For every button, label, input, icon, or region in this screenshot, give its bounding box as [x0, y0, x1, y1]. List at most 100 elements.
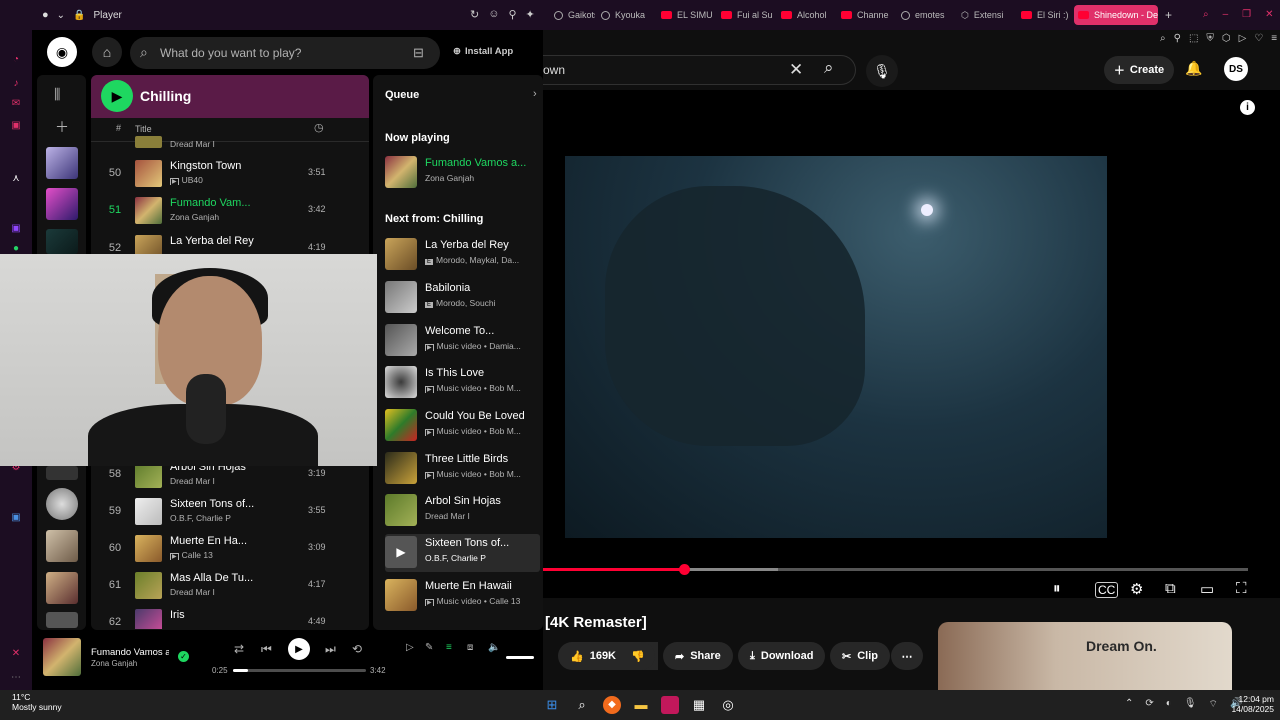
- shuffle-icon[interactable]: ⇄: [234, 642, 244, 656]
- tab-shinedown[interactable]: Shinedown - De: [1074, 5, 1158, 25]
- avatar[interactable]: DS: [1224, 57, 1248, 81]
- library-item[interactable]: [46, 530, 78, 562]
- library-item[interactable]: [46, 147, 78, 179]
- track-title[interactable]: Mas Alla De Tu...: [170, 572, 330, 584]
- wifi-icon[interactable]: ⌔: [1209, 698, 1218, 711]
- table-row[interactable]: 62 Iris 4:49: [91, 605, 369, 629]
- list-item[interactable]: Babilonia E Morodo, Souchi: [385, 279, 540, 317]
- extension-icon[interactable]: ✦: [526, 8, 535, 21]
- now-playing-view-icon[interactable]: ▷: [406, 642, 414, 653]
- voice-search-button[interactable]: 🎙: [866, 55, 898, 87]
- spotify-search-input[interactable]: What do you want to play?: [130, 37, 440, 69]
- library-item[interactable]: [46, 488, 78, 520]
- tab-emotes[interactable]: emotes: [897, 5, 955, 25]
- tab-kyouka[interactable]: Kyouka: [597, 5, 655, 25]
- download-button[interactable]: ⤓ Download: [738, 642, 826, 670]
- track-title[interactable]: La Yerba del Rey: [170, 235, 330, 247]
- lyrics-icon[interactable]: ✎: [425, 642, 433, 653]
- sync-icon[interactable]: ⟳: [1145, 698, 1153, 711]
- library-icon[interactable]: ⫼: [54, 86, 60, 103]
- emoji-icon[interactable]: ☺: [488, 8, 499, 21]
- track-title[interactable]: Iris: [170, 609, 330, 621]
- list-item[interactable]: Arbol Sin Hojas Dread Mar I: [385, 492, 540, 530]
- playback-progress-bar[interactable]: [233, 669, 366, 672]
- now-playing-title[interactable]: Fumando Vamos a C: [91, 647, 169, 658]
- saved-check-icon[interactable]: ✓: [178, 651, 189, 662]
- install-app-button[interactable]: ⊕ Install App: [453, 46, 513, 57]
- spotify-logo-icon[interactable]: ◉: [47, 37, 77, 67]
- info-icon[interactable]: i: [1240, 100, 1255, 115]
- table-row[interactable]: 50 Kingston Town ▶ UB40 3:51: [91, 156, 369, 192]
- queue-icon[interactable]: ≡: [446, 642, 452, 653]
- pin-icon[interactable]: ⚲: [1174, 33, 1181, 44]
- table-row[interactable]: 51 Fumando Vam... Zona Ganjah 3:42: [91, 193, 369, 229]
- library-item[interactable]: [46, 188, 78, 220]
- app-icon[interactable]: ◎: [719, 696, 737, 714]
- search-icon[interactable]: ⌕: [1203, 9, 1209, 20]
- library-item[interactable]: [46, 466, 78, 480]
- heart-icon[interactable]: ♡: [1254, 33, 1263, 44]
- notifications-bell-icon[interactable]: 🔔: [1185, 60, 1202, 77]
- tab-fui-al-su[interactable]: Fui al Su: [717, 5, 775, 25]
- create-button[interactable]: ＋ Create: [1104, 56, 1174, 84]
- next-icon[interactable]: ⏭: [325, 642, 336, 657]
- volume-slider[interactable]: [506, 656, 534, 659]
- chevron-up-icon[interactable]: ⌃: [1125, 698, 1133, 711]
- youtube-search-input[interactable]: own: [543, 55, 856, 85]
- pin-icon[interactable]: ⚲: [508, 8, 516, 21]
- cube-icon[interactable]: ⬡: [1222, 33, 1231, 44]
- browse-icon[interactable]: ⊟: [413, 45, 424, 61]
- minimize-icon[interactable]: –: [1223, 9, 1229, 20]
- volume-icon[interactable]: 🔈: [488, 642, 500, 653]
- repeat-icon[interactable]: ⟲: [352, 642, 362, 656]
- sidebar-music-icon[interactable]: ♪: [10, 78, 22, 90]
- queue-now-playing-item[interactable]: Fumando Vamos a... Zona Ganjah: [385, 154, 540, 192]
- share-button[interactable]: ➦ Share: [663, 642, 733, 670]
- playlist-play-button[interactable]: ▶: [101, 80, 133, 112]
- opera-gx-app-icon[interactable]: [661, 696, 679, 714]
- connect-device-icon[interactable]: ⧈: [467, 642, 473, 653]
- library-item[interactable]: [46, 229, 78, 254]
- dislike-button[interactable]: 👎: [619, 642, 655, 670]
- now-playing-cover[interactable]: [43, 638, 81, 676]
- table-row[interactable]: 60 Muerte En Ha... ▶ Calle 13 3:09: [91, 531, 369, 567]
- reload-icon[interactable]: ↻: [470, 8, 479, 21]
- sidebar-twitch-icon[interactable]: ▣: [10, 223, 22, 235]
- list-item[interactable]: Muerte En Hawaii ▶ Music video • Calle 13: [385, 577, 540, 615]
- tab-el-simu[interactable]: EL SIMU: [657, 5, 715, 25]
- sidebar-app-icon[interactable]: ▣: [10, 512, 22, 524]
- tab-el-siri[interactable]: El Siri :): [1017, 5, 1071, 25]
- previous-icon[interactable]: ⏮: [261, 642, 272, 657]
- chevron-down-icon[interactable]: ⌄: [57, 10, 65, 21]
- sidebar-more-icon[interactable]: ⋯: [10, 672, 22, 684]
- library-item[interactable]: [46, 612, 78, 628]
- start-windows-icon[interactable]: ⊞: [543, 696, 561, 714]
- create-playlist-icon[interactable]: ＋: [55, 117, 69, 137]
- list-item[interactable]: Could You Be Loved ▶ Music video • Bob M..…: [385, 407, 540, 445]
- close-queue-icon[interactable]: ›: [533, 88, 537, 100]
- search-icon[interactable]: ⌕: [824, 58, 834, 78]
- sidebar-ai-icon[interactable]: ⋏: [10, 173, 22, 185]
- now-playing-artist[interactable]: Zona Ganjah: [91, 659, 137, 668]
- sidebar-history-icon[interactable]: ◔: [10, 54, 22, 66]
- tab-alcohol[interactable]: Alcohol: [777, 5, 835, 25]
- theater-mode-icon[interactable]: ▭: [1200, 580, 1214, 598]
- store-icon[interactable]: ▦: [690, 696, 708, 714]
- sidebar-m-icon[interactable]: ▣: [10, 120, 22, 132]
- fullscreen-icon[interactable]: ⛶: [1236, 580, 1247, 597]
- home-button[interactable]: ⌂: [92, 37, 122, 67]
- track-title[interactable]: Fumando Vam...: [170, 197, 330, 209]
- color-icon[interactable]: ◐: [1166, 698, 1172, 711]
- menu-icon[interactable]: ●: [42, 9, 49, 21]
- col-title[interactable]: Title: [135, 124, 152, 134]
- list-item[interactable]: Is This Love ▶ Music video • Bob M...: [385, 364, 540, 402]
- table-row[interactable]: 61 Mas Alla De Tu... Dread Mar I 4:17: [91, 568, 369, 604]
- list-item[interactable]: ▶ Sixteen Tons of... O.B.F, Charlie P: [385, 534, 540, 572]
- tab-extensions[interactable]: ⬡ Extensi: [957, 5, 1015, 25]
- video-progress-bar[interactable]: [543, 564, 1248, 575]
- sidebar-gx-icon[interactable]: ✕: [10, 648, 22, 660]
- search-icon[interactable]: ⌕: [573, 696, 591, 714]
- menu-icon[interactable]: ≡: [1271, 33, 1277, 44]
- track-title[interactable]: Sixteen Tons of...: [170, 498, 330, 510]
- clear-search-icon[interactable]: ✕: [789, 60, 803, 80]
